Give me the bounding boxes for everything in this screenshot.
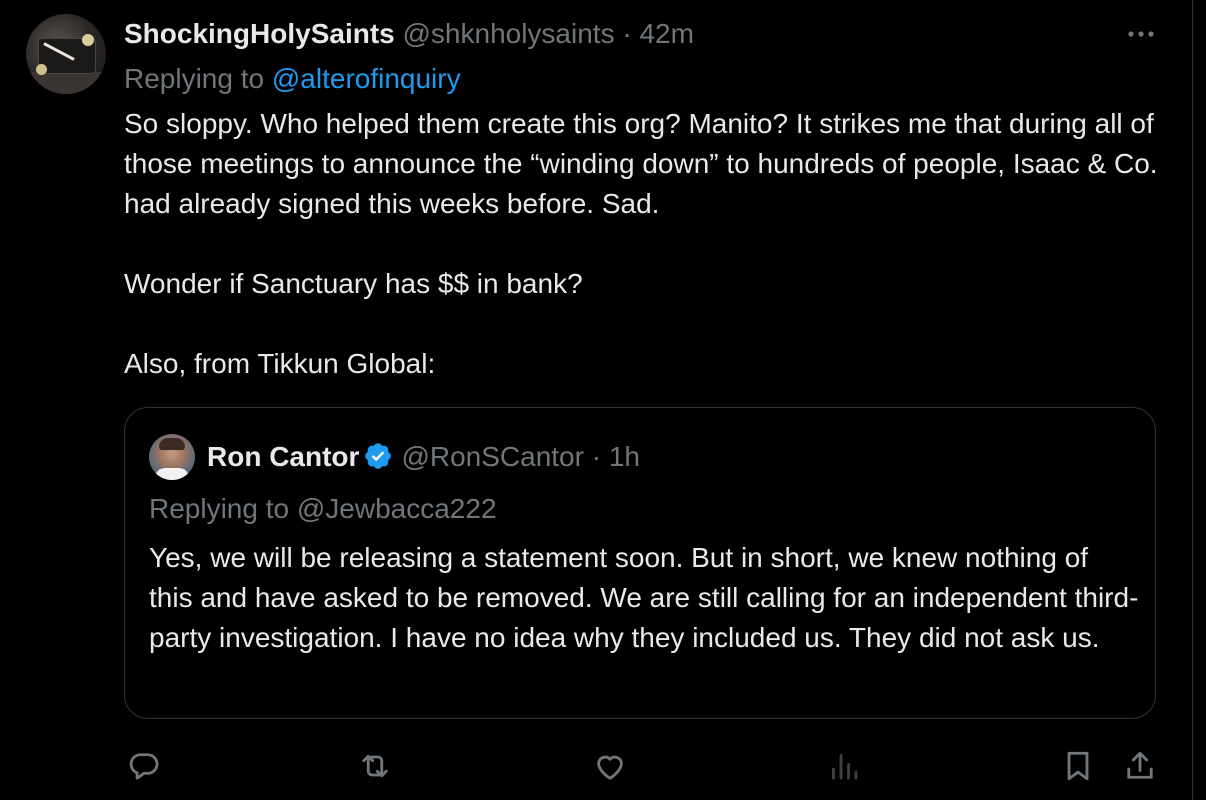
quoted-author-avatar	[149, 434, 195, 480]
tweet-timestamp[interactable]: 42m	[639, 18, 693, 49]
author-avatar[interactable]	[26, 14, 106, 94]
quoted-author-handle: @RonSCantor	[401, 441, 584, 472]
quoted-tweet-timestamp: 1h	[608, 441, 640, 472]
header-separator: ·	[622, 18, 632, 49]
quoted-tweet-text: Yes, we will be releasing a statement so…	[149, 542, 1139, 653]
tweet-action-bar	[0, 742, 1206, 792]
quoted-header-separator: ·	[591, 441, 602, 472]
replying-to-line: Replying to @alterofinquiry	[124, 60, 461, 98]
like-icon[interactable]	[592, 748, 628, 784]
tweet-paragraph: Wonder if Sanctuary has $$ in bank?	[124, 268, 583, 299]
reply-icon[interactable]	[126, 748, 162, 784]
bookmark-icon[interactable]	[1060, 748, 1096, 784]
avatar-shirt-shape	[155, 468, 189, 480]
tweet-paragraph: Also, from Tikkun Global:	[124, 348, 436, 379]
author-display-name[interactable]: ShockingHolySaints	[124, 18, 395, 49]
quoted-replying-to-mention: @Jewbacca222	[296, 493, 497, 524]
avatar-background-shape	[26, 72, 106, 94]
author-handle[interactable]: @shknholysaints	[403, 18, 615, 49]
tweet-page: ShockingHolySaints @shknholysaints · 42m…	[0, 0, 1206, 800]
tweet-body: So sloppy. Who helped them create this o…	[124, 104, 1164, 384]
verified-badge-icon	[363, 441, 393, 471]
tweet-paragraph: So sloppy. Who helped them create this o…	[124, 108, 1158, 219]
quoted-author-display-name: Ron Cantor	[207, 441, 360, 472]
tweet-header: ShockingHolySaints @shknholysaints · 42m	[124, 16, 694, 52]
column-divider	[1192, 0, 1193, 800]
avatar-hair-shape	[159, 438, 185, 450]
avatar-fruit-shape	[82, 34, 94, 46]
replying-to-label: Replying to	[124, 63, 265, 94]
retweet-icon[interactable]	[357, 748, 393, 784]
quoted-tweet-card[interactable]: Ron Cantor @RonSCantor · 1h Replying to @…	[124, 407, 1156, 719]
replying-to-mention[interactable]: @alterofinquiry	[272, 63, 461, 94]
quoted-tweet-header: Ron Cantor @RonSCantor · 1h	[207, 438, 640, 476]
avatar-fruit-shape	[36, 64, 47, 75]
views-icon[interactable]	[826, 748, 862, 784]
quoted-replying-to-line: Replying to @Jewbacca222	[149, 490, 497, 528]
more-options-icon[interactable]	[1124, 20, 1158, 46]
share-icon[interactable]	[1122, 748, 1158, 784]
quoted-replying-to-label: Replying to	[149, 493, 290, 524]
